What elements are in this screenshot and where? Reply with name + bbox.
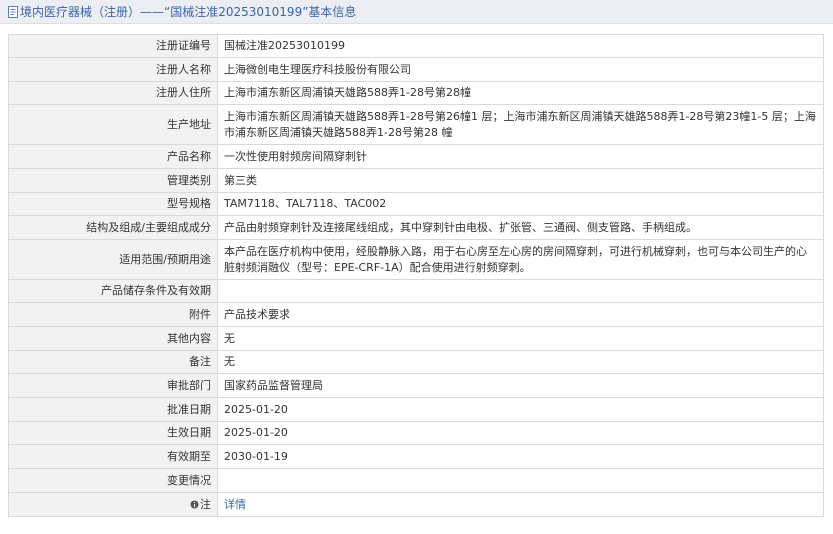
note-label: 注 [200,497,211,511]
page-header: 境内医疗器械（注册）——“国械注准20253010199”基本信息 [0,0,833,24]
row-label: 注册人住所 [8,81,218,105]
row-label: 审批部门 [8,373,218,398]
row-value: 2025-01-20 [217,397,824,422]
row-value: 本产品在医疗机构中使用，经股静脉入路，用于右心房至左心房的房间隔穿刺，可进行机械… [217,239,824,280]
table-row: 附件 产品技术要求 [8,302,824,327]
note-value-cell: 详情 [217,492,824,517]
table-row: 管理类别 第三类 [8,168,824,193]
table-row: 生产地址 上海市浦东新区周浦镇天雄路588弄1-28号第26幢1 层；上海市浦东… [8,104,824,145]
row-value: TAM7118、TAL7118、TAC002 [217,192,824,216]
table-row: 批准日期 2025-01-20 [8,397,824,422]
table-row: 产品储存条件及有效期 [8,279,824,303]
row-value: 国械注准20253010199 [217,34,824,58]
table-row: 注册证编号 国械注准20253010199 [8,34,824,58]
row-label: 注册证编号 [8,34,218,58]
row-value: 2030-01-19 [217,444,824,469]
table-row: 结构及组成/主要组成成分 产品由射频穿刺针及连接尾线组成，其中穿刺针由电极、扩张… [8,215,824,240]
row-label: 生产地址 [8,104,218,145]
row-label: 备注 [8,350,218,374]
note-label-cell: 注 [8,492,218,517]
info-table: 注册证编号 国械注准20253010199 注册人名称 上海微创电生理医疗科技股… [8,34,824,517]
row-value: 2025-01-20 [217,421,824,445]
row-label: 产品储存条件及有效期 [8,279,218,303]
table-row: 变更情况 [8,468,824,493]
table-row: 生效日期 2025-01-20 [8,421,824,445]
row-label: 结构及组成/主要组成成分 [8,215,218,240]
row-label: 型号规格 [8,192,218,216]
info-icon [190,500,199,508]
row-value: 上海市浦东新区周浦镇天雄路588弄1-28号第26幢1 层；上海市浦东新区周浦镇… [217,104,824,145]
row-value [217,468,824,493]
row-label: 产品名称 [8,144,218,169]
row-value: 产品由射频穿刺针及连接尾线组成，其中穿刺针由电极、扩张管、三通阀、侧支管路、手柄… [217,215,824,240]
table-row: 备注 无 [8,350,824,374]
table-row: 审批部门 国家药品监督管理局 [8,373,824,398]
row-label: 生效日期 [8,421,218,445]
row-value: 第三类 [217,168,824,193]
table-row: 其他内容 无 [8,326,824,351]
row-value: 国家药品监督管理局 [217,373,824,398]
page-title: 境内医疗器械（注册）——“国械注准20253010199”基本信息 [20,5,357,19]
row-value: 产品技术要求 [217,302,824,327]
row-value: 无 [217,326,824,351]
table-row: 注册人住所 上海市浦东新区周浦镇天雄路588弄1-28号第28幢 [8,81,824,105]
document-icon [8,6,18,18]
table-row: 有效期至 2030-01-19 [8,444,824,469]
row-value: 一次性使用射频房间隔穿刺针 [217,144,824,169]
row-value: 无 [217,350,824,374]
row-label: 适用范围/预期用途 [8,239,218,280]
table-row: 适用范围/预期用途 本产品在医疗机构中使用，经股静脉入路，用于右心房至左心房的房… [8,239,824,280]
row-label: 有效期至 [8,444,218,469]
table-row: 产品名称 一次性使用射频房间隔穿刺针 [8,144,824,169]
row-label: 附件 [8,302,218,327]
details-link[interactable]: 详情 [224,498,246,511]
row-label: 注册人名称 [8,57,218,82]
row-value [217,279,824,303]
note-row: 注 详情 [8,492,824,517]
row-label: 管理类别 [8,168,218,193]
row-label: 变更情况 [8,468,218,493]
table-row: 注册人名称 上海微创电生理医疗科技股份有限公司 [8,57,824,82]
row-label: 其他内容 [8,326,218,351]
row-value: 上海市浦东新区周浦镇天雄路588弄1-28号第28幢 [217,81,824,105]
row-label: 批准日期 [8,397,218,422]
table-row: 型号规格 TAM7118、TAL7118、TAC002 [8,192,824,216]
row-value: 上海微创电生理医疗科技股份有限公司 [217,57,824,82]
